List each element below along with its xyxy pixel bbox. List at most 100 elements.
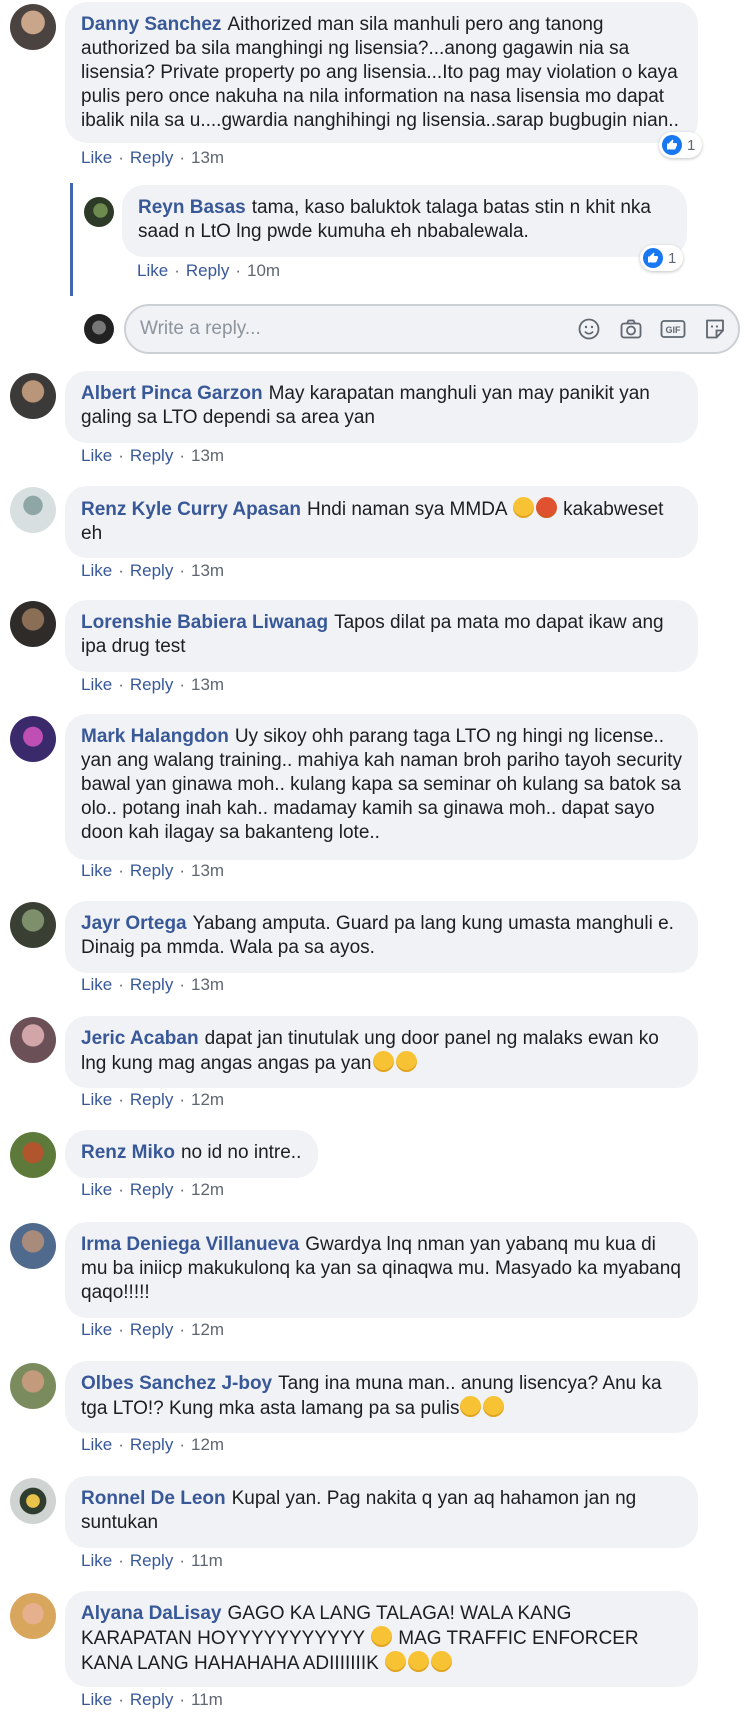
avatar[interactable]: [10, 1132, 56, 1178]
comment-author[interactable]: Renz Kyle Curry Apasan: [81, 499, 301, 520]
comment-author[interactable]: Reyn Basas: [138, 197, 246, 218]
comment-actions: Like · Reply · 12m: [81, 1435, 224, 1455]
reply-link[interactable]: Reply: [130, 561, 173, 580]
reply-link[interactable]: Reply: [130, 1320, 173, 1339]
reply-link[interactable]: Reply: [130, 1690, 173, 1709]
current-user-avatar: [84, 314, 114, 344]
timestamp[interactable]: 13m: [191, 148, 224, 167]
reaction-count[interactable]: 1: [640, 245, 684, 271]
laughing-emoji-icon: [408, 1651, 430, 1672]
reply-link[interactable]: Reply: [130, 148, 173, 167]
comment-author[interactable]: Olbes Sanchez J-boy: [81, 1373, 272, 1394]
like-link[interactable]: Like: [81, 1180, 112, 1199]
emoji-icon[interactable]: [576, 316, 602, 342]
reply-link[interactable]: Reply: [130, 675, 173, 694]
timestamp[interactable]: 12m: [191, 1090, 224, 1109]
avatar[interactable]: [10, 4, 56, 50]
reply-link[interactable]: Reply: [130, 975, 173, 994]
timestamp[interactable]: 13m: [191, 561, 224, 580]
comment-actions: Like · Reply · 12m: [81, 1320, 224, 1340]
like-link[interactable]: Like: [81, 1435, 112, 1454]
separator: ·: [235, 261, 241, 280]
separator: ·: [118, 1551, 124, 1570]
comment-author[interactable]: Mark Halangdon: [81, 726, 229, 747]
comment-author[interactable]: Jeric Acaban: [81, 1028, 199, 1049]
separator: ·: [179, 446, 185, 465]
comment-author[interactable]: Alyana DaLisay: [81, 1603, 221, 1624]
comment-author[interactable]: Albert Pinca Garzon: [81, 383, 263, 404]
avatar[interactable]: [10, 1223, 56, 1269]
like-link[interactable]: Like: [81, 861, 112, 880]
reply-link[interactable]: Reply: [130, 861, 173, 880]
comment-author[interactable]: Lorenshie Babiera Liwanag: [81, 612, 328, 633]
reaction-count[interactable]: 1: [659, 132, 703, 158]
reaction-count-value: 1: [668, 249, 677, 267]
timestamp[interactable]: 13m: [191, 861, 224, 880]
unamused-emoji-icon: [512, 497, 534, 518]
comment-actions: Like · Reply · 11m: [81, 1690, 223, 1710]
like-link[interactable]: Like: [81, 1320, 112, 1339]
separator: ·: [179, 861, 185, 880]
like-link[interactable]: Like: [81, 1690, 112, 1709]
comment-text: Hndi naman sya MMDA: [306, 499, 507, 520]
like-link[interactable]: Like: [81, 675, 112, 694]
angry-emoji-icon: [535, 497, 557, 518]
comment-bubble: Alyana DaLisay GAGO KA LANG TALAGA! WALA …: [65, 1591, 698, 1687]
camera-icon[interactable]: [618, 316, 644, 342]
like-link[interactable]: Like: [137, 261, 168, 280]
comment-author[interactable]: Renz Miko: [81, 1142, 175, 1163]
avatar[interactable]: [10, 1363, 56, 1409]
separator: ·: [174, 261, 180, 280]
separator: ·: [179, 1551, 185, 1570]
avatar[interactable]: [10, 487, 56, 533]
avatar[interactable]: [10, 716, 56, 762]
avatar[interactable]: [10, 373, 56, 419]
avatar[interactable]: [10, 1478, 56, 1524]
avatar[interactable]: [10, 1017, 56, 1063]
laughing-emoji-icon: [460, 1396, 482, 1417]
comment-actions: Like · Reply · 13m: [81, 446, 224, 466]
timestamp[interactable]: 12m: [191, 1320, 224, 1339]
reply-input[interactable]: Write a reply... GIF: [124, 304, 740, 354]
laughing-emoji-icon: [370, 1626, 392, 1647]
reply-link[interactable]: Reply: [130, 1435, 173, 1454]
avatar[interactable]: [10, 902, 56, 948]
comment-author[interactable]: Irma Deniega Villanueva: [81, 1234, 299, 1255]
timestamp[interactable]: 11m: [191, 1551, 223, 1570]
timestamp[interactable]: 13m: [191, 675, 224, 694]
separator: ·: [118, 1690, 124, 1709]
avatar[interactable]: [10, 1593, 56, 1639]
separator: ·: [118, 561, 124, 580]
separator: ·: [118, 1090, 124, 1109]
gif-icon[interactable]: GIF: [660, 316, 686, 342]
timestamp[interactable]: 13m: [191, 446, 224, 465]
comment-feed: Danny Sanchez Aithorized man sila manhuli…: [0, 0, 750, 1716]
like-link[interactable]: Like: [81, 975, 112, 994]
comment-bubble: Olbes Sanchez J-boy Tang ina muna man.. a…: [65, 1361, 698, 1433]
like-link[interactable]: Like: [81, 1090, 112, 1109]
reply-link[interactable]: Reply: [130, 1090, 173, 1109]
separator: ·: [118, 1435, 124, 1454]
timestamp[interactable]: 10m: [247, 261, 280, 280]
reply-link[interactable]: Reply: [130, 446, 173, 465]
comment-author[interactable]: Ronnel De Leon: [81, 1488, 226, 1509]
avatar[interactable]: [84, 197, 114, 227]
like-link[interactable]: Like: [81, 446, 112, 465]
comment-actions: Like · Reply · 13m: [81, 975, 224, 995]
like-link[interactable]: Like: [81, 148, 112, 167]
separator: ·: [179, 1690, 185, 1709]
comment-author[interactable]: Jayr Ortega: [81, 913, 187, 934]
avatar[interactable]: [10, 601, 56, 647]
comment-actions: Like · Reply · 12m: [81, 1180, 224, 1200]
sticker-icon[interactable]: [702, 316, 728, 342]
timestamp[interactable]: 12m: [191, 1435, 224, 1454]
timestamp[interactable]: 13m: [191, 975, 224, 994]
like-link[interactable]: Like: [81, 561, 112, 580]
timestamp[interactable]: 11m: [191, 1690, 223, 1709]
like-link[interactable]: Like: [81, 1551, 112, 1570]
comment-author[interactable]: Danny Sanchez: [81, 14, 221, 35]
reply-link[interactable]: Reply: [186, 261, 229, 280]
timestamp[interactable]: 12m: [191, 1180, 224, 1199]
reply-link[interactable]: Reply: [130, 1551, 173, 1570]
reply-link[interactable]: Reply: [130, 1180, 173, 1199]
